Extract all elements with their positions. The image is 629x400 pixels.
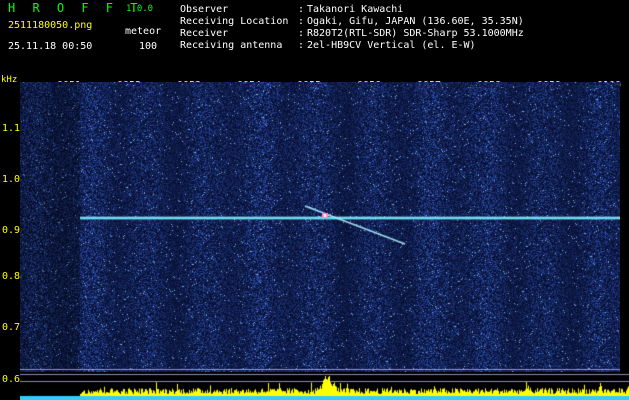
observer-sep: :	[298, 4, 305, 15]
antenna-value: 2el-HB9CV Vertical (el. E-W)	[307, 40, 476, 51]
app-version: 1.0.0	[126, 4, 154, 14]
y-tick-0-7: 0.7	[2, 322, 21, 333]
meteor-histogram-strip	[20, 372, 629, 400]
y-axis-unit: kHz	[1, 75, 18, 85]
hrofft-screen: H R O F F T 1.0.0 2511180050.png meteor …	[0, 0, 629, 400]
location-label: Receiving Location	[180, 16, 289, 27]
antenna-label: Receiving antenna	[180, 40, 283, 51]
y-tick-1-1: 1.1	[2, 123, 21, 134]
location-sep: :	[298, 16, 305, 27]
meteor-label: meteor	[125, 26, 162, 37]
file-name: 2511180050.png	[8, 20, 93, 31]
observer-label: Observer	[180, 4, 229, 15]
receiver-value: R820T2(RTL-SDR) SDR-Sharp 53.1000MHz	[307, 28, 524, 39]
y-tick-0-6: 0.6	[2, 374, 21, 385]
receiver-label: Receiver	[180, 28, 229, 39]
capture-datetime: 25.11.18 00:50	[8, 41, 93, 52]
location-value: Ogaki, Gifu, JAPAN (136.60E, 35.35N)	[307, 16, 524, 27]
app-title: H R O F F T	[8, 1, 143, 15]
receiver-sep: :	[298, 28, 305, 39]
y-tick-0-9: 0.9	[2, 225, 21, 236]
observer-value: Takanori Kawachi	[307, 4, 404, 15]
spectrogram-waterfall	[20, 82, 620, 372]
antenna-sep: :	[298, 40, 305, 51]
meteor-count: 100	[139, 41, 158, 52]
y-tick-1-0: 1.0	[2, 174, 21, 185]
y-tick-0-8: 0.8	[2, 271, 21, 282]
